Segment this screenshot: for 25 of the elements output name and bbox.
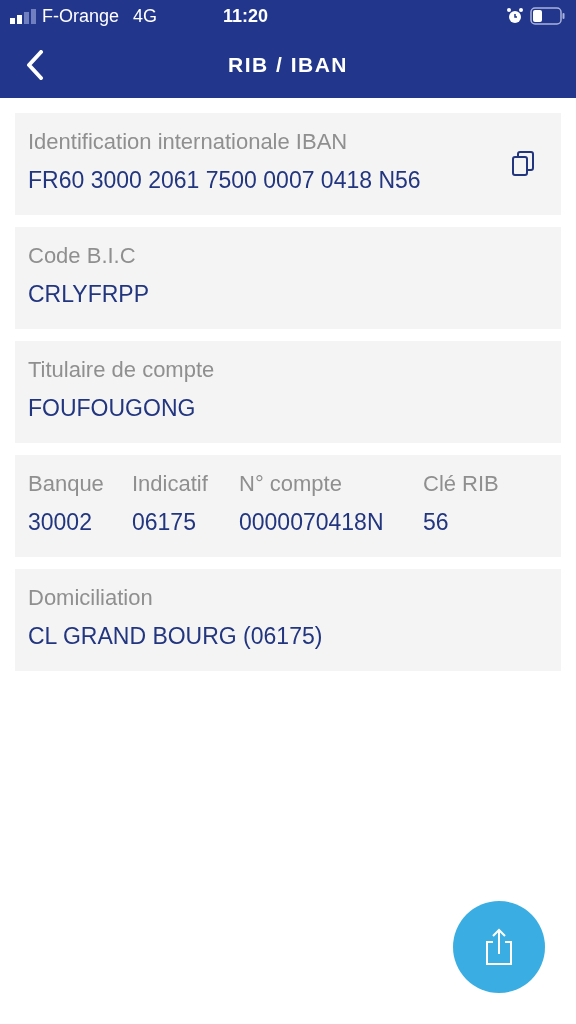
- field-label: N° compte: [239, 470, 343, 498]
- field-value: FR60 3000 2061 7500 0007 0418 N56: [28, 166, 421, 195]
- field-value: FOUFOUGONG: [28, 394, 197, 423]
- signal-icon: [10, 8, 38, 24]
- field-value: 56: [423, 508, 450, 537]
- page-title: RIB / IBAN: [228, 52, 348, 79]
- field-value: 30002: [28, 508, 93, 537]
- battery-icon: [530, 7, 566, 25]
- carrier-name: F-Orange: [42, 4, 120, 28]
- field-label: Identification internationale IBAN: [28, 128, 349, 156]
- field-label: Clé RIB: [423, 470, 500, 498]
- field-value: 0000070418N: [239, 508, 385, 537]
- share-icon: [485, 928, 513, 966]
- field-value: 06175: [132, 508, 197, 537]
- field-label: Indicatif: [132, 470, 209, 498]
- field-label: Domiciliation: [28, 584, 154, 612]
- field-label: Code B.I.C: [28, 242, 137, 270]
- field-value: CL GRAND BOURG (06175): [28, 622, 323, 651]
- status-time: 11:20: [223, 4, 269, 28]
- field-label: Banque: [28, 470, 105, 498]
- alarm-icon: [506, 7, 524, 25]
- field-label: Titulaire de compte: [28, 356, 215, 384]
- copy-icon[interactable]: [512, 151, 534, 177]
- field-value: CRLYFRPP: [28, 280, 149, 309]
- network-type: 4G: [133, 4, 158, 28]
